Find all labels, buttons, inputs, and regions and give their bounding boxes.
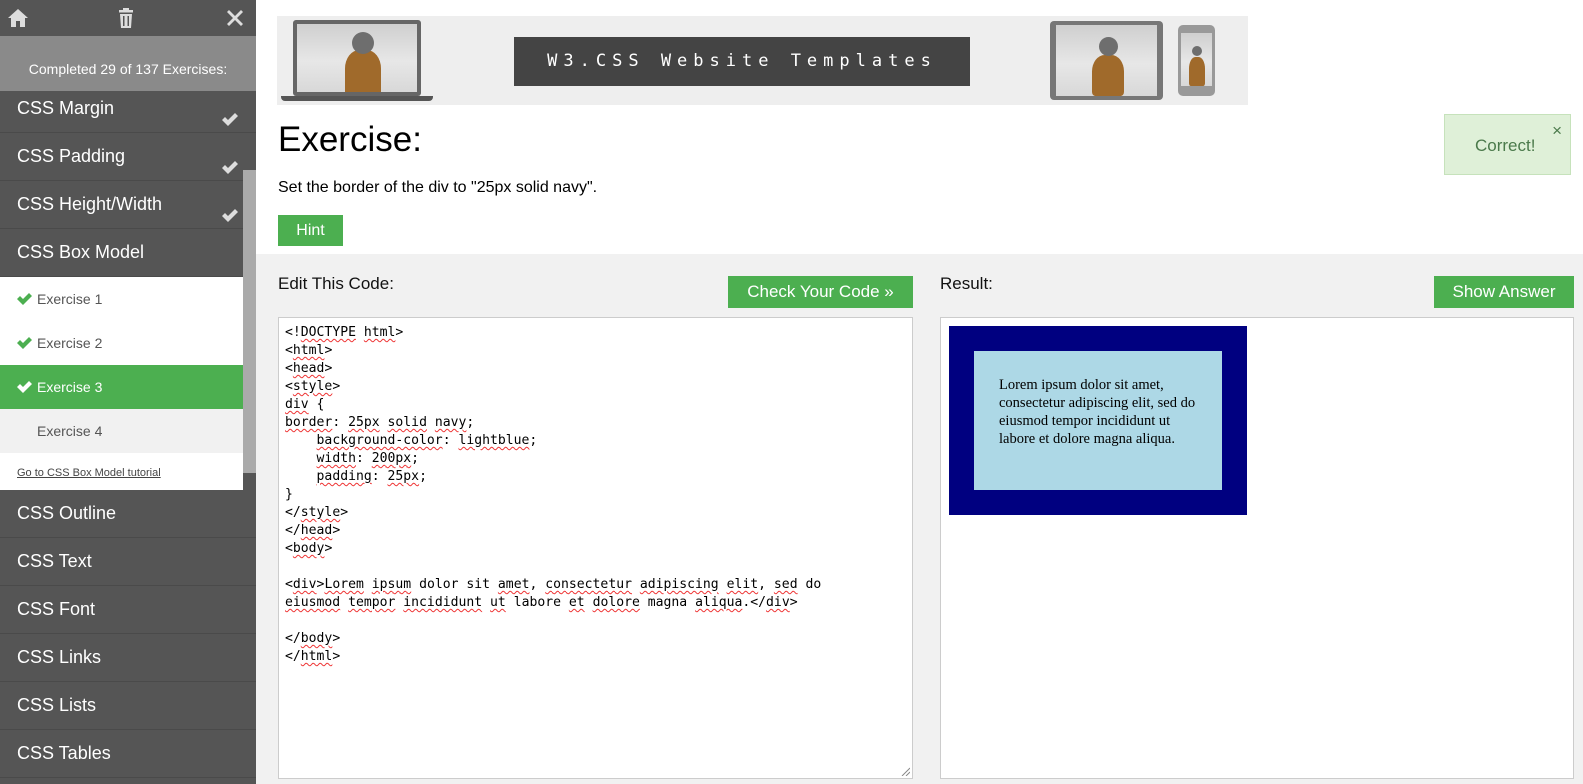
sidebar: Completed 29 of 137 Exercises: CSS Margi… bbox=[0, 0, 256, 784]
code-line: <!DOCTYPE html> bbox=[285, 325, 404, 340]
sidebar-item-css-links[interactable]: CSS Links bbox=[0, 634, 256, 682]
sidebar-item-label: CSS Padding bbox=[17, 146, 126, 166]
sidebar-item-label: CSS Tables bbox=[17, 743, 111, 763]
sidebar-list: CSS Margin CSS Padding CSS Height/Width … bbox=[0, 85, 256, 778]
checkmark-icon bbox=[17, 322, 32, 349]
sidebar-toolbar bbox=[0, 0, 256, 36]
code-line: eiusmod tempor incididunt ut labore et d… bbox=[285, 595, 798, 610]
sidebar-item-label: CSS Links bbox=[17, 647, 102, 667]
checkmark-icon bbox=[221, 195, 239, 222]
code-line: } bbox=[285, 487, 293, 502]
code-line: </body> bbox=[285, 631, 341, 646]
tablet-image bbox=[1050, 21, 1163, 100]
sidebar-item-css-tables[interactable]: CSS Tables bbox=[0, 730, 256, 778]
code-line: background-color: lightblue; bbox=[316, 433, 538, 448]
exercise-label: Exercise 1 bbox=[37, 291, 103, 307]
sidebar-item-label: CSS Height/Width bbox=[17, 194, 163, 214]
exercise-item-3[interactable]: Exercise 3 bbox=[0, 365, 243, 409]
checkmark-icon bbox=[221, 99, 239, 126]
laptop-image bbox=[281, 20, 433, 102]
sidebar-item-css-height-width[interactable]: CSS Height/Width bbox=[0, 181, 256, 229]
exercise-submenu: Exercise 1 Exercise 2 Exercise 3 Exercis… bbox=[0, 277, 243, 490]
checkmark-icon bbox=[17, 278, 32, 305]
code-line: </html> bbox=[285, 649, 341, 664]
exercise-heading: Exercise: bbox=[278, 120, 422, 159]
show-answer-button[interactable]: Show Answer bbox=[1434, 276, 1574, 308]
toast-text: Correct! bbox=[1475, 136, 1536, 155]
result-demo-div: Lorem ipsum dolor sit amet, consectetur … bbox=[949, 326, 1247, 515]
sidebar-item-label: CSS Lists bbox=[17, 695, 97, 715]
sidebar-item-label: CSS Text bbox=[17, 551, 92, 571]
exercise-label: Exercise 4 bbox=[37, 423, 103, 439]
code-line: width: 200px; bbox=[316, 451, 420, 466]
sidebar-item-css-outline[interactable]: CSS Outline bbox=[0, 490, 256, 538]
progress-text: Completed 29 of 137 Exercises: bbox=[0, 36, 256, 91]
workspace: Edit This Code: Check Your Code » <!DOCT… bbox=[256, 254, 1583, 784]
result-label: Result: bbox=[940, 274, 993, 293]
sidebar-scrollbar[interactable] bbox=[243, 170, 256, 473]
sidebar-item-css-text[interactable]: CSS Text bbox=[0, 538, 256, 586]
hint-button[interactable]: Hint bbox=[278, 215, 343, 246]
trash-icon[interactable] bbox=[114, 6, 138, 30]
result-frame: Lorem ipsum dolor sit amet, consectetur … bbox=[940, 317, 1574, 779]
banner-title: W3.CSS Website Templates bbox=[514, 37, 970, 86]
home-icon[interactable] bbox=[6, 6, 30, 30]
templates-banner[interactable]: W3.CSS Website Templates bbox=[277, 16, 1248, 105]
sidebar-item-label: CSS Font bbox=[17, 599, 96, 619]
exercise-item-2[interactable]: Exercise 2 bbox=[0, 321, 243, 365]
check-code-button[interactable]: Check Your Code » bbox=[728, 276, 913, 308]
code-line: </head> bbox=[285, 523, 341, 538]
code-line: <style> bbox=[285, 379, 341, 394]
code-line: div { bbox=[285, 397, 325, 412]
close-icon[interactable] bbox=[223, 6, 247, 30]
code-text[interactable]: <!DOCTYPE html> <html> <head> <style> div { b… bbox=[285, 324, 906, 666]
exercise-item-4[interactable]: Exercise 4 bbox=[0, 409, 243, 453]
code-line: <html> bbox=[285, 343, 333, 358]
tutorial-link[interactable]: Go to CSS Box Model tutorial bbox=[0, 453, 243, 490]
code-line: <head> bbox=[285, 361, 333, 376]
sidebar-item-css-box-model[interactable]: CSS Box Model bbox=[0, 229, 256, 277]
exercise-label: Exercise 2 bbox=[37, 335, 103, 351]
correct-toast: Correct! × bbox=[1444, 114, 1571, 175]
sidebar-item-css-padding[interactable]: CSS Padding bbox=[0, 133, 256, 181]
resize-handle-icon[interactable] bbox=[900, 766, 910, 776]
sidebar-item-label: CSS Outline bbox=[17, 503, 117, 523]
checkmark-icon bbox=[221, 147, 239, 174]
code-editor[interactable]: <!DOCTYPE html> <html> <head> <style> div { b… bbox=[278, 317, 913, 779]
sidebar-item-css-lists[interactable]: CSS Lists bbox=[0, 682, 256, 730]
exercise-label: Exercise 3 bbox=[37, 379, 103, 395]
sidebar-item-css-font[interactable]: CSS Font bbox=[0, 586, 256, 634]
editor-label: Edit This Code: bbox=[278, 274, 394, 293]
exercise-item-1[interactable]: Exercise 1 bbox=[0, 277, 243, 321]
code-line: <body> bbox=[285, 541, 333, 556]
exercise-description: Set the border of the div to "25px solid… bbox=[278, 179, 598, 196]
sidebar-item-css-margin[interactable]: CSS Margin bbox=[0, 85, 256, 133]
toast-close-icon[interactable]: × bbox=[1552, 121, 1562, 141]
code-line: </style> bbox=[285, 505, 349, 520]
sidebar-item-label: CSS Box Model bbox=[17, 242, 145, 262]
code-line: border: 25px solid navy; bbox=[285, 415, 475, 430]
code-line: padding: 25px; bbox=[316, 469, 427, 484]
code-line: <div>Lorem ipsum dolor sit amet, consect… bbox=[285, 577, 822, 592]
sidebar-item-label: CSS Margin bbox=[17, 98, 115, 118]
phone-image bbox=[1178, 25, 1215, 96]
checkmark-icon bbox=[17, 366, 32, 393]
